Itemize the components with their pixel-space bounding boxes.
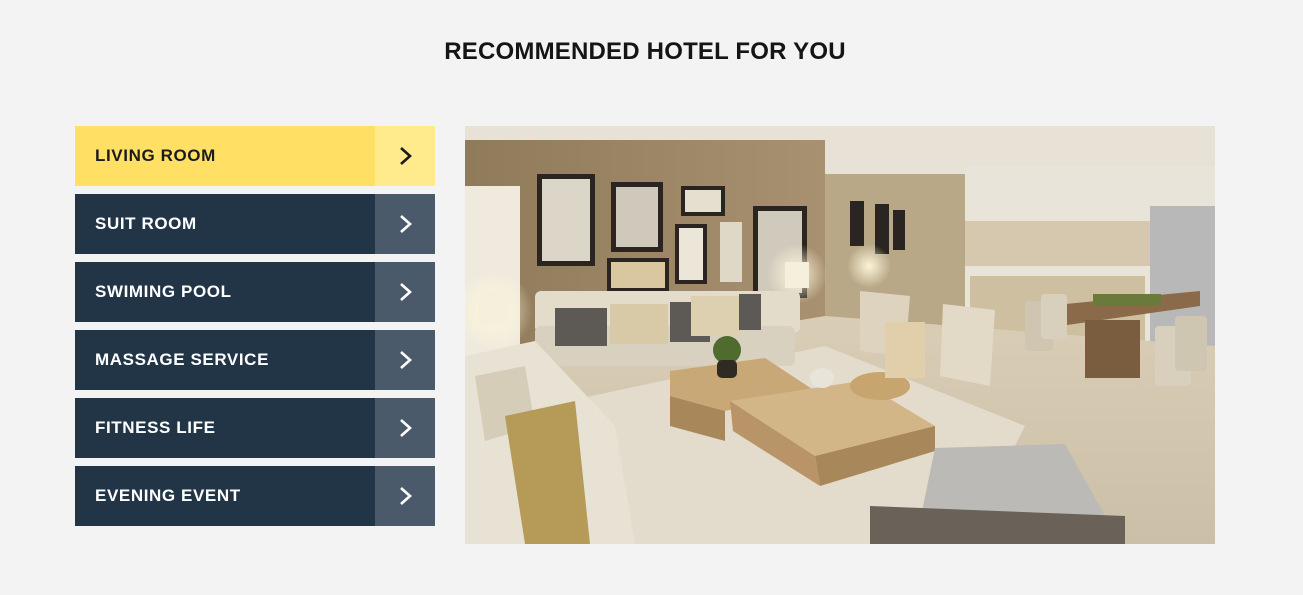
chevron-right-icon[interactable]: [375, 330, 435, 390]
chevron-right-icon[interactable]: [375, 262, 435, 322]
tab-label: MASSAGE SERVICE: [95, 350, 270, 369]
tab-label: EVENING EVENT: [95, 486, 241, 505]
tab-fitness-life[interactable]: FITNESS LIFE: [75, 398, 435, 458]
tab-label: LIVING ROOM: [95, 146, 216, 165]
tab-living-room[interactable]: LIVING ROOM: [75, 126, 435, 186]
tab-massage-service[interactable]: MASSAGE SERVICE: [75, 330, 435, 390]
tab-label: SWIMING POOL: [95, 282, 232, 301]
chevron-right-icon[interactable]: [375, 126, 435, 186]
tab-swiming-pool[interactable]: SWIMING POOL: [75, 262, 435, 322]
tab-suit-room[interactable]: SUIT ROOM: [75, 194, 435, 254]
section-title: RECOMMENDED HOTEL FOR YOU: [444, 38, 846, 65]
room-tab-list: LIVING ROOM SUIT ROOM SWIMING POOL MASSA…: [75, 126, 435, 534]
chevron-right-icon[interactable]: [375, 466, 435, 526]
tab-label: SUIT ROOM: [95, 214, 197, 233]
living-room-photo: [465, 126, 1215, 544]
chevron-right-icon[interactable]: [375, 398, 435, 458]
tab-evening-event[interactable]: EVENING EVENT: [75, 466, 435, 526]
chevron-right-icon[interactable]: [375, 194, 435, 254]
tab-label: FITNESS LIFE: [95, 418, 216, 437]
